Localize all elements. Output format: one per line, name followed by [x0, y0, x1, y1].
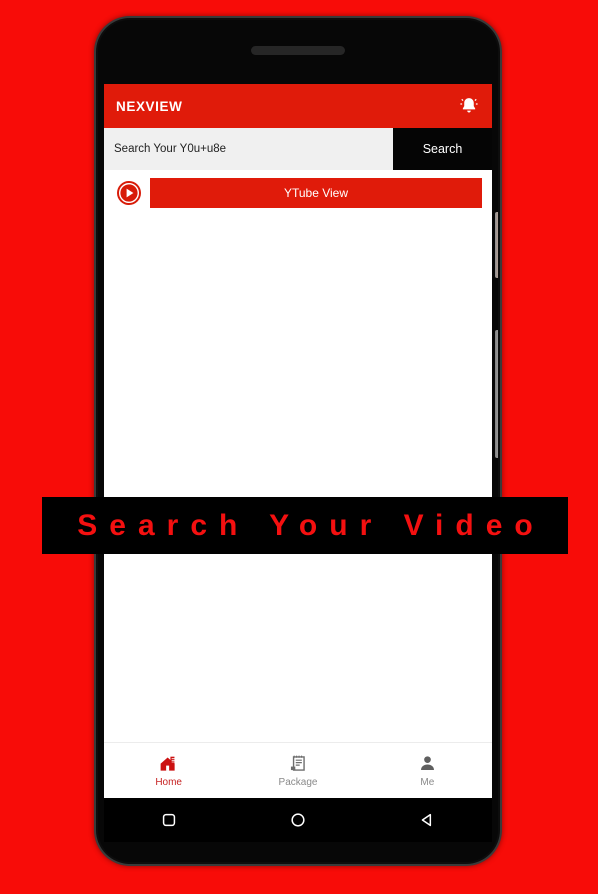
app-bar: NEXVIEW — [104, 84, 492, 128]
app-screen: NEXVIEW Search Your Y0u+u8e Search YTube… — [104, 84, 492, 798]
phone-device-frame: NEXVIEW Search Your Y0u+u8e Search YTube… — [96, 18, 500, 864]
tab-me[interactable]: Me — [363, 743, 492, 798]
earpiece-speaker — [251, 46, 345, 55]
volume-rocker[interactable] — [495, 330, 498, 458]
ytube-view-row: YTube View — [104, 170, 492, 208]
tab-package-label: Package — [278, 777, 318, 788]
bell-icon[interactable] — [458, 95, 480, 117]
ytube-view-button[interactable]: YTube View — [150, 178, 482, 208]
home-icon — [158, 753, 179, 774]
phone-screen-bezel: NEXVIEW Search Your Y0u+u8e Search YTube… — [98, 20, 498, 862]
play-circle-icon[interactable] — [116, 180, 142, 206]
content-area — [104, 208, 492, 742]
recents-button[interactable] — [159, 810, 179, 830]
android-system-nav — [104, 798, 492, 842]
tab-package[interactable]: Package — [233, 743, 362, 798]
promo-banner: Search Your Video — [42, 497, 568, 554]
search-row: Search — [104, 128, 492, 170]
home-button[interactable] — [288, 810, 308, 830]
tab-home-label: Home — [155, 777, 182, 788]
bottom-tab-bar: Home Package Me — [104, 742, 492, 798]
promo-banner-text: Search Your Video — [77, 508, 545, 542]
tab-me-label: Me — [420, 777, 435, 788]
search-input[interactable] — [104, 128, 393, 170]
back-button[interactable] — [417, 810, 437, 830]
person-icon — [417, 753, 438, 774]
power-button[interactable] — [495, 212, 498, 278]
app-title: NEXVIEW — [116, 98, 183, 114]
package-icon — [287, 753, 308, 774]
tab-home[interactable]: Home — [104, 743, 233, 798]
search-button[interactable]: Search — [393, 128, 492, 170]
